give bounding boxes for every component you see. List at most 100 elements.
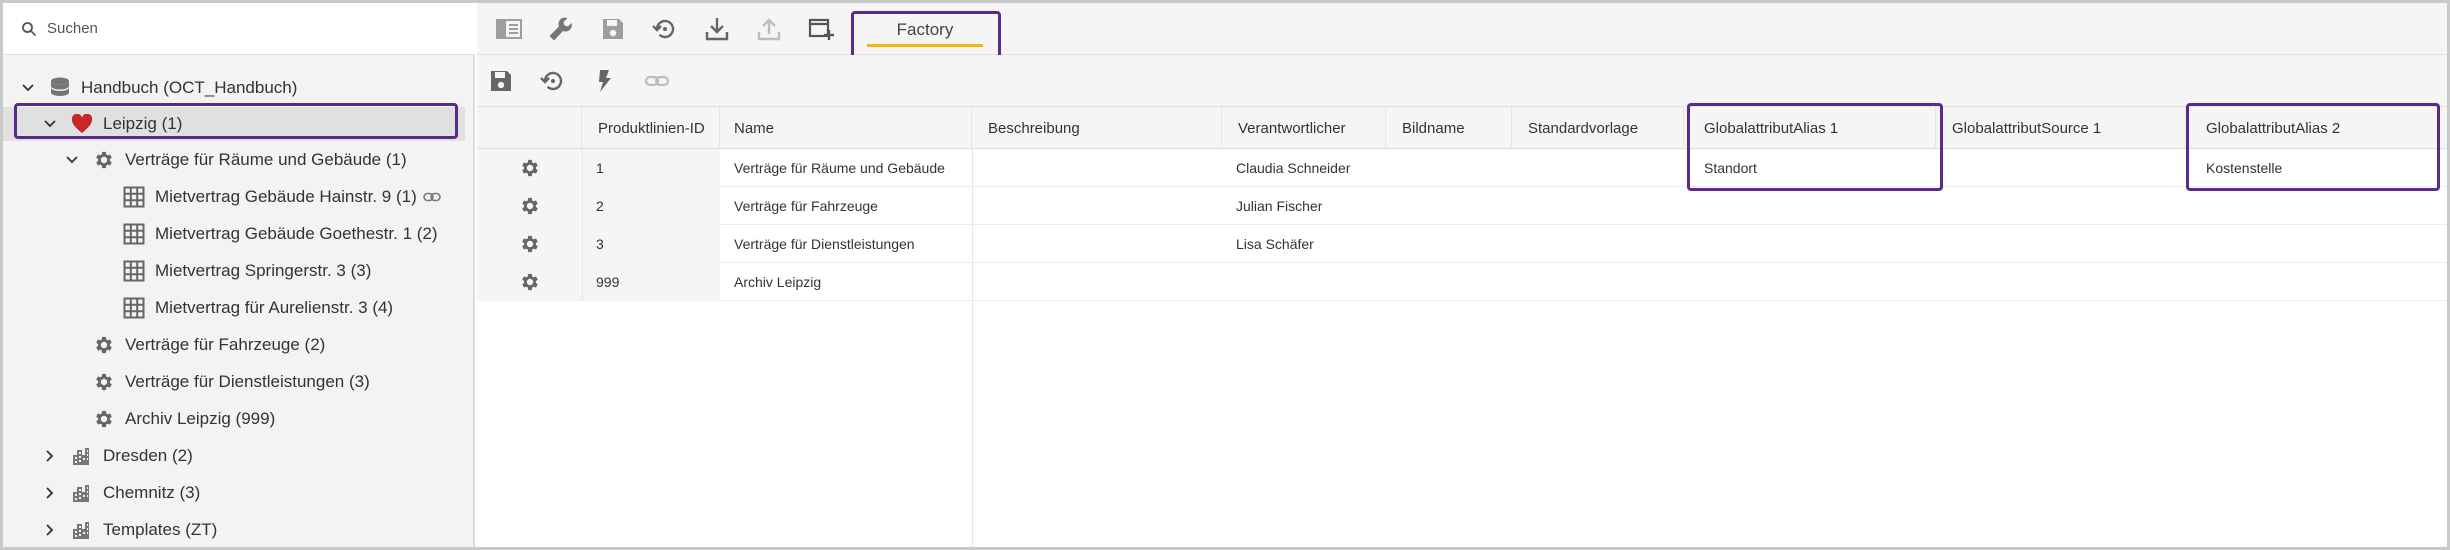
cell-beschreibung[interactable]	[972, 149, 1222, 187]
header-standardvorlage[interactable]: Standardvorlage	[1512, 107, 1684, 149]
tree-item-label: Verträge für Räume und Gebäude (1)	[125, 150, 407, 169]
panel-icon	[496, 19, 522, 39]
cell-alias-1[interactable]: Standort	[1684, 149, 1936, 187]
cell-standardvorlage[interactable]	[1512, 263, 1684, 301]
cell-bildname[interactable]	[1386, 187, 1512, 225]
tree-item-springerstr[interactable]: Mietvertrag Springerstr. 3 (3)	[3, 254, 465, 288]
chevron-down-icon[interactable]	[39, 113, 61, 135]
table-icon	[121, 221, 147, 247]
cell-standardvorlage[interactable]	[1512, 225, 1684, 263]
header-verantwortlicher[interactable]: Verantwortlicher	[1222, 107, 1386, 149]
gear-icon	[521, 197, 538, 215]
cell-name[interactable]: Verträge für Dienstleistungen	[720, 225, 972, 263]
gear-icon	[91, 332, 117, 358]
cell-id[interactable]: 1	[582, 149, 720, 187]
cell-alias-2[interactable]	[2186, 263, 2447, 301]
panel-toggle-button[interactable]	[489, 9, 529, 49]
header-beschreibung[interactable]: Beschreibung	[972, 107, 1222, 149]
tree-item-vertraege-fahrzeuge[interactable]: Verträge für Fahrzeuge (2)	[3, 328, 465, 362]
header-globalattribut-alias-1[interactable]: GlobalattributAlias 1	[1684, 107, 1936, 149]
cell-verantwortlicher[interactable]: Lisa Schäfer	[1222, 225, 1386, 263]
row-settings-button[interactable]	[477, 263, 582, 301]
cell-alias-1[interactable]	[1684, 187, 1936, 225]
tree-item-label: Dresden (2)	[103, 446, 193, 465]
header-produktlinien-id[interactable]: Produktlinien-ID	[582, 107, 720, 149]
tree-item-vertraege-dienstleistungen[interactable]: Verträge für Dienstleistungen (3)	[3, 365, 465, 399]
cell-alias-2[interactable]	[2186, 187, 2447, 225]
tree-item-archiv[interactable]: Archiv Leipzig (999)	[3, 402, 465, 436]
cell-beschreibung[interactable]	[972, 225, 1222, 263]
cell-id[interactable]: 3	[582, 225, 720, 263]
tree-item-label: Templates (ZT)	[103, 520, 218, 539]
tree-item-label: Handbuch (OCT_Handbuch)	[81, 78, 298, 97]
new-window-button[interactable]	[801, 9, 841, 49]
chevron-right-icon[interactable]	[39, 519, 61, 541]
cell-id[interactable]: 2	[582, 187, 720, 225]
row-settings-button[interactable]	[477, 149, 582, 187]
table-row[interactable]: 1 Verträge für Räume und Gebäude Claudia…	[477, 149, 2447, 187]
cell-source-1[interactable]	[1936, 263, 2186, 301]
tree-item-label: Leipzig (1)	[103, 114, 183, 133]
cell-beschreibung[interactable]	[972, 187, 1222, 225]
cell-source-1[interactable]	[1936, 149, 2186, 187]
cell-source-1[interactable]	[1936, 187, 2186, 225]
tree-item-templates[interactable]: Templates (ZT)	[3, 513, 465, 547]
city-icon	[69, 443, 95, 469]
tree-item-root[interactable]: Handbuch (OCT_Handbuch)	[3, 71, 465, 105]
cell-bildname[interactable]	[1386, 225, 1512, 263]
save-icon	[603, 19, 623, 39]
cell-name[interactable]: Verträge für Fahrzeuge	[720, 187, 972, 225]
cell-name[interactable]: Archiv Leipzig	[720, 263, 972, 301]
tree-item-hainstr[interactable]: Mietvertrag Gebäude Hainstr. 9 (1)	[3, 180, 465, 214]
settings-button[interactable]	[541, 9, 581, 49]
header-name[interactable]: Name	[720, 107, 972, 149]
cell-verantwortlicher[interactable]: Julian Fischer	[1222, 187, 1386, 225]
grid-restore-button[interactable]	[533, 61, 573, 101]
tree-item-chemnitz[interactable]: Chemnitz (3)	[3, 476, 465, 510]
cell-bildname[interactable]	[1386, 149, 1512, 187]
cell-beschreibung[interactable]	[972, 263, 1222, 301]
cell-bildname[interactable]	[1386, 263, 1512, 301]
action-button[interactable]	[585, 61, 625, 101]
tree-item-vertraege-raeume[interactable]: Verträge für Räume und Gebäude (1)	[3, 143, 465, 177]
cell-alias-2[interactable]: Kostenstelle	[2186, 149, 2447, 187]
header-bildname[interactable]: Bildname	[1386, 107, 1512, 149]
tree-item-leipzig[interactable]: Leipzig (1)	[3, 107, 465, 141]
cell-alias-2[interactable]	[2186, 225, 2447, 263]
chevron-right-icon[interactable]	[39, 445, 61, 467]
cell-verantwortlicher[interactable]	[1222, 263, 1386, 301]
table-row[interactable]: 999 Archiv Leipzig	[477, 263, 2447, 301]
save-button[interactable]	[593, 9, 633, 49]
link-button[interactable]	[637, 61, 677, 101]
restore-button[interactable]	[645, 9, 685, 49]
download-button[interactable]	[697, 9, 737, 49]
cell-standardvorlage[interactable]	[1512, 149, 1684, 187]
header-globalattribut-alias-2[interactable]: GlobalattributAlias 2	[2186, 107, 2447, 149]
tree-item-goethestr[interactable]: Mietvertrag Gebäude Goethestr. 1 (2)	[3, 217, 465, 251]
row-settings-button[interactable]	[477, 187, 582, 225]
tree-item-aurelienstr[interactable]: Mietvertrag für Aurelienstr. 3 (4)	[3, 291, 465, 325]
chevron-right-icon[interactable]	[39, 482, 61, 504]
search-input[interactable]	[47, 20, 447, 37]
chevron-down-icon[interactable]	[61, 149, 83, 171]
chevron-down-icon[interactable]	[17, 77, 39, 99]
table-row[interactable]: 3 Verträge für Dienstleistungen Lisa Sch…	[477, 225, 2447, 263]
cell-standardvorlage[interactable]	[1512, 187, 1684, 225]
upload-button[interactable]	[749, 9, 789, 49]
city-icon	[69, 517, 95, 543]
grid-save-button[interactable]	[481, 61, 521, 101]
tab-factory[interactable]: Factory	[855, 9, 995, 57]
cell-source-1[interactable]	[1936, 225, 2186, 263]
cell-alias-1[interactable]	[1684, 225, 1936, 263]
cell-verantwortlicher[interactable]: Claudia Schneider	[1222, 149, 1386, 187]
cell-name[interactable]: Verträge für Räume und Gebäude	[720, 149, 972, 187]
row-settings-button[interactable]	[477, 225, 582, 263]
column-divider	[582, 149, 583, 301]
cell-alias-1[interactable]	[1684, 263, 1936, 301]
cell-id[interactable]: 999	[582, 263, 720, 301]
header-globalattribut-source-1[interactable]: GlobalattributSource 1	[1936, 107, 2186, 149]
table-row[interactable]: 2 Verträge für Fahrzeuge Julian Fischer	[477, 187, 2447, 225]
link-icon	[644, 75, 670, 87]
tab-active-indicator	[867, 44, 983, 47]
tree-item-dresden[interactable]: Dresden (2)	[3, 439, 465, 473]
